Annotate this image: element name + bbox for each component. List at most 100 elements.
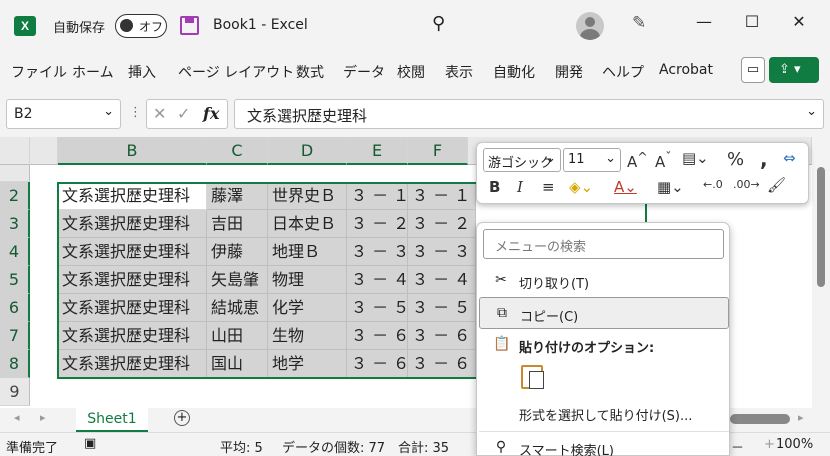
number-format-icon[interactable]: ▤⌄ bbox=[682, 149, 709, 167]
row-header-4[interactable]: 4 bbox=[0, 238, 30, 266]
zoom-out-icon[interactable]: － bbox=[731, 437, 744, 456]
formula-input[interactable]: 文系選択歴史理科 ⌄ bbox=[234, 99, 824, 129]
comma-style-icon[interactable]: , bbox=[760, 147, 768, 171]
column-header-e[interactable]: E bbox=[347, 137, 408, 165]
scroll-right-icon[interactable]: ▸ bbox=[798, 411, 804, 424]
tab-automate[interactable]: 自動化 bbox=[493, 62, 535, 82]
sheet-tab-sheet1[interactable]: Sheet1 bbox=[76, 408, 148, 432]
fill-color-icon[interactable]: ◈⌄ bbox=[569, 178, 593, 196]
save-icon[interactable] bbox=[180, 16, 199, 35]
cell-e8[interactable]: ３ － ６ bbox=[347, 350, 408, 378]
cell-b7[interactable]: 文系選択歴史理科 bbox=[58, 322, 207, 350]
more-icon[interactable]: ⋮ bbox=[129, 105, 142, 120]
autosave-toggle[interactable]: オフ bbox=[115, 14, 167, 38]
decrease-decimal-icon[interactable]: .00→ bbox=[733, 178, 760, 191]
percent-icon[interactable]: % bbox=[727, 149, 744, 170]
cell-f7[interactable]: ３ － ６ bbox=[408, 322, 476, 350]
cell-c6[interactable]: 結城恵 bbox=[207, 294, 268, 322]
cell-c7[interactable]: 山田 bbox=[207, 322, 268, 350]
tab-file[interactable]: ファイル bbox=[11, 62, 67, 82]
cell-b5[interactable]: 文系選択歴史理科 bbox=[58, 266, 207, 294]
column-header-f[interactable]: F bbox=[408, 137, 468, 165]
align-center-icon[interactable]: ≡ bbox=[542, 178, 555, 196]
cell-b8[interactable]: 文系選択歴史理科 bbox=[58, 350, 207, 378]
check-icon[interactable]: ✓ bbox=[177, 104, 190, 123]
tab-home[interactable]: ホーム bbox=[72, 62, 114, 82]
next-sheet-icon[interactable]: ▸ bbox=[40, 411, 46, 424]
menu-item-copy[interactable]: ⧉ コピー(C) bbox=[479, 297, 729, 329]
font-name-select[interactable]: 游ゴシック ⌄ bbox=[483, 148, 561, 172]
tab-formulas[interactable]: 数式 bbox=[296, 62, 324, 82]
add-sheet-icon[interactable]: + bbox=[174, 410, 190, 426]
minimize-button[interactable]: — bbox=[689, 12, 719, 31]
row-header-8[interactable]: 8 bbox=[0, 350, 30, 378]
zoom-level[interactable]: 100% bbox=[776, 437, 813, 452]
column-header-d[interactable]: D bbox=[268, 137, 347, 165]
paste-icon[interactable] bbox=[521, 365, 544, 389]
cell-f8[interactable]: ３ － ６ bbox=[408, 350, 476, 378]
row-header-2[interactable]: 2 bbox=[0, 182, 30, 210]
select-all-corner[interactable] bbox=[0, 137, 30, 165]
name-box[interactable]: B2 ⌄ bbox=[6, 99, 121, 129]
cell-f5[interactable]: ３ － ４ bbox=[408, 266, 476, 294]
cell-d7[interactable]: 生物 bbox=[268, 322, 347, 350]
pen-icon[interactable]: ✎ bbox=[632, 13, 646, 33]
row-header-7[interactable]: 7 bbox=[0, 322, 30, 350]
cell-d5[interactable]: 物理 bbox=[268, 266, 347, 294]
bold-icon[interactable]: B bbox=[489, 178, 500, 196]
scroll-thumb[interactable] bbox=[817, 167, 825, 287]
accessibility-icon[interactable]: ▣ bbox=[84, 436, 96, 451]
row-header-5[interactable]: 5 bbox=[0, 266, 30, 294]
cell-d2[interactable]: 世界史Ｂ bbox=[268, 182, 347, 210]
cell-d8[interactable]: 地学 bbox=[268, 350, 347, 378]
increase-font-icon[interactable]: A^ bbox=[627, 149, 648, 171]
tab-review[interactable]: 校閲 bbox=[397, 62, 425, 82]
increase-decimal-icon[interactable]: ←.0 bbox=[703, 178, 723, 191]
row-header-6[interactable]: 6 bbox=[0, 294, 30, 322]
cell-b3[interactable]: 文系選択歴史理科 bbox=[58, 210, 207, 238]
cell-e4[interactable]: ３ － ３ bbox=[347, 238, 408, 266]
menu-search-input[interactable]: メニューの検索 bbox=[483, 229, 724, 259]
cell-c2[interactable]: 藤澤 bbox=[207, 182, 268, 210]
borders-icon[interactable]: ▦⌄ bbox=[657, 178, 684, 196]
font-color-icon[interactable]: A⌄ bbox=[614, 178, 637, 196]
tab-help[interactable]: ヘルプ bbox=[602, 62, 644, 82]
tab-data[interactable]: データ bbox=[343, 62, 385, 82]
search-icon[interactable]: ⚲ bbox=[432, 13, 445, 34]
fx-icon[interactable]: fx bbox=[203, 104, 219, 123]
close-button[interactable]: ✕ bbox=[784, 12, 814, 31]
column-header-a[interactable] bbox=[30, 137, 58, 165]
cell-b4[interactable]: 文系選択歴史理科 bbox=[58, 238, 207, 266]
tab-insert[interactable]: 挿入 bbox=[128, 62, 156, 82]
cell-f4[interactable]: ３ － ３ bbox=[408, 238, 476, 266]
cell-c4[interactable]: 伊藤 bbox=[207, 238, 268, 266]
cell-d6[interactable]: 化学 bbox=[268, 294, 347, 322]
row-header-9[interactable]: 9 bbox=[0, 378, 30, 406]
cell-d4[interactable]: 地理Ｂ bbox=[268, 238, 347, 266]
tab-view[interactable]: 表示 bbox=[445, 62, 473, 82]
cell-e5[interactable]: ３ － ４ bbox=[347, 266, 408, 294]
zoom-in-icon[interactable]: + bbox=[764, 437, 775, 452]
menu-item-cut[interactable]: ✂ 切り取り(T) bbox=[479, 265, 729, 297]
share-icon[interactable]: ⇪ ▾ bbox=[769, 57, 819, 83]
cell-e6[interactable]: ３ － ５ bbox=[347, 294, 408, 322]
avatar[interactable] bbox=[576, 12, 604, 40]
cell-f2[interactable]: ３ － １ bbox=[408, 182, 476, 210]
row-header-3[interactable]: 3 bbox=[0, 210, 30, 238]
cell-f3[interactable]: ３ － ２ bbox=[408, 210, 476, 238]
menu-item-smart-search[interactable]: ⚲ スマート検索(L) bbox=[479, 431, 729, 456]
horizontal-scroll-thumb[interactable] bbox=[730, 414, 790, 424]
cell-c8[interactable]: 国山 bbox=[207, 350, 268, 378]
row-header-1[interactable] bbox=[0, 165, 30, 182]
merge-center-icon[interactable]: ⇔ bbox=[783, 149, 796, 167]
cell-b6[interactable]: 文系選択歴史理科 bbox=[58, 294, 207, 322]
cell-c3[interactable]: 吉田 bbox=[207, 210, 268, 238]
cell-b2[interactable]: 文系選択歴史理科 bbox=[58, 182, 207, 210]
format-painter-icon[interactable]: 🖌 bbox=[767, 176, 786, 194]
decrease-font-icon[interactable]: Aˇ bbox=[655, 149, 672, 171]
menu-item-paste-special[interactable]: 形式を選択して貼り付け(S)... bbox=[479, 397, 729, 429]
cell-f6[interactable]: ３ － ５ bbox=[408, 294, 476, 322]
expand-formula-icon[interactable]: ⌄ bbox=[806, 104, 817, 119]
chevron-down-icon[interactable]: ⌄ bbox=[103, 104, 114, 119]
tab-developer[interactable]: 開発 bbox=[555, 62, 583, 82]
